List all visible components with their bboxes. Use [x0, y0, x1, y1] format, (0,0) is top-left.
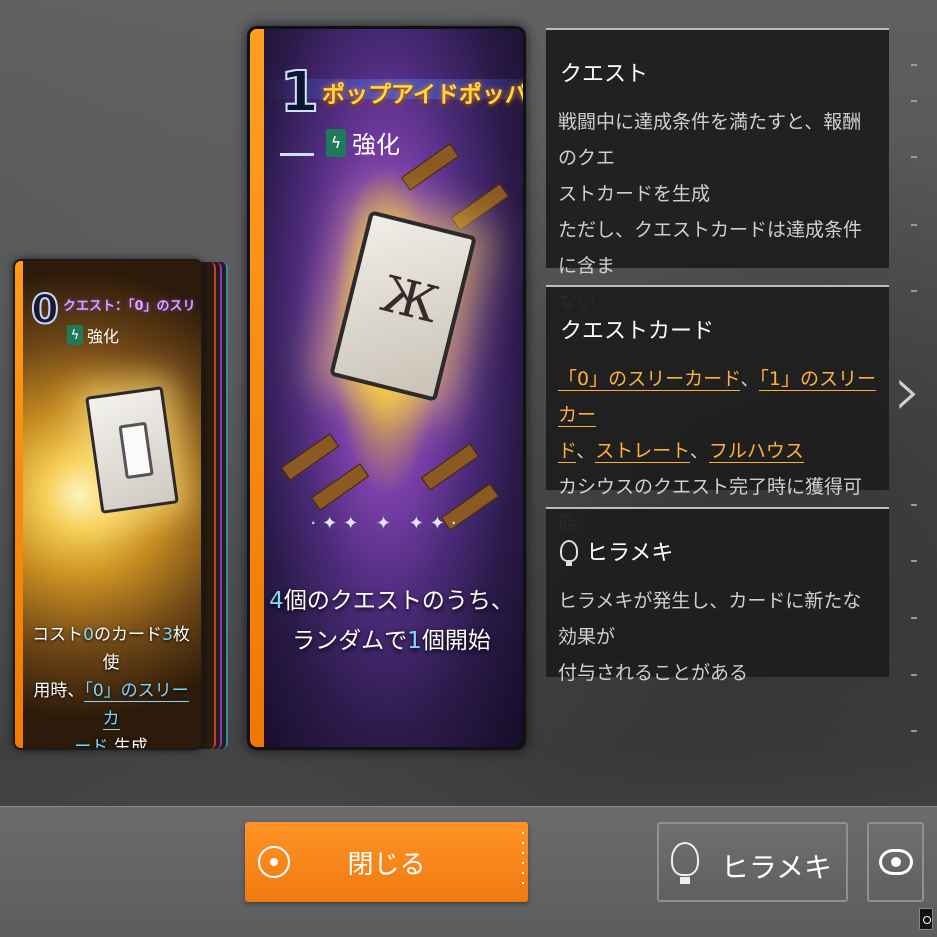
card-art: [85, 386, 179, 514]
card-type-label: 強化: [352, 131, 400, 159]
panel-title: クエストカード: [560, 319, 715, 344]
info-panel-quest-card: クエストカード 「0」のスリーカード、「1」のスリーカー ド、ストレート、フルハ…: [546, 285, 889, 534]
bolt-icon: ϟ: [326, 128, 346, 157]
keyword-link[interactable]: ード: [74, 737, 109, 748]
panel-title: クエスト: [560, 62, 649, 87]
keyword-link[interactable]: ド: [558, 440, 577, 463]
corner-indicator-icon: [919, 908, 933, 930]
dotted-edge: [522, 832, 524, 892]
card-description: コスト0のカード3枚使 用時、「0」のスリーカ ード 生成: [29, 621, 193, 748]
scroll-tick: [911, 730, 917, 732]
card-description: 4個のクエストのうち、 ランダムで1個開始: [269, 588, 514, 654]
keyword-link[interactable]: 「0」のスリーカード: [558, 368, 741, 391]
card-edge: [15, 261, 23, 748]
bulb-icon: [560, 540, 578, 566]
panel-title: ヒラメキ: [586, 541, 674, 566]
bolt-icon: ϟ: [67, 325, 83, 345]
eye-icon: [879, 849, 913, 875]
scroll-tick: [911, 617, 917, 619]
scroll-tick: [911, 100, 917, 102]
card-name: クエスト：「0」のスリーカード: [63, 299, 195, 314]
card-type: ϟ 強化: [326, 125, 400, 160]
card-name: ポップアイドポッパー: [322, 82, 526, 108]
cost-underline: [280, 153, 314, 156]
close-button-label: 閉じる: [347, 849, 426, 880]
art-plank: [450, 183, 510, 231]
view-toggle-button[interactable]: [867, 822, 924, 902]
quest-card-small[interactable]: 0 クエスト：「0」のスリーカード ϟ 強化 コスト0のカード3枚使 用時、「0…: [13, 259, 203, 750]
art-plank: [420, 443, 480, 491]
chevron-right-icon[interactable]: ›: [890, 336, 926, 446]
panel-body: ヒラメキが発生し、カードに新たな効果が 付与されることがある: [558, 590, 862, 684]
art-plank: [280, 433, 340, 481]
scroll-tick: [911, 674, 917, 676]
card-type: ϟ 強化: [67, 323, 119, 347]
keyword-link[interactable]: フルハウス: [708, 440, 804, 463]
card-cost: 0: [30, 286, 60, 334]
scroll-tick: [911, 64, 917, 66]
scroll-tick: [911, 156, 917, 158]
scroll-tick: [911, 504, 917, 506]
info-panel-hirameki: ヒラメキ ヒラメキが発生し、カードに新たな効果が 付与されることがある: [546, 507, 889, 684]
hirameki-button-label: ヒラメキ: [720, 851, 832, 884]
bulb-icon: [671, 842, 699, 884]
art-plank: [400, 143, 460, 191]
info-panel-quest: クエスト 戦闘中に達成条件を満たすと、報酬のクエ ストカードを生成 ただし、クエ…: [546, 28, 889, 313]
scroll-tick: [911, 560, 917, 562]
card-art: [329, 210, 477, 402]
card-edge: [250, 29, 264, 747]
keyword-link[interactable]: 「0」のスリーカ: [84, 681, 189, 730]
sparkle-divider: ·✦✦ ✦ ✦✦·: [310, 513, 463, 534]
scroll-tick: [911, 224, 917, 226]
keyword-link[interactable]: ストレート: [595, 440, 690, 463]
hirameki-button[interactable]: ヒラメキ: [657, 822, 848, 902]
panel-title-row: ヒラメキ: [560, 535, 889, 567]
card-cost: 1: [279, 60, 320, 125]
art-plank: [310, 463, 370, 511]
main-card[interactable]: 1 ポップアイドポッパー ϟ 強化 ·✦✦ ✦ ✦✦· 4個のクエストのうち、 …: [247, 26, 526, 750]
card-type-label: 強化: [87, 327, 120, 346]
close-button[interactable]: 閉じる: [245, 822, 528, 902]
scroll-tick: [911, 290, 917, 292]
